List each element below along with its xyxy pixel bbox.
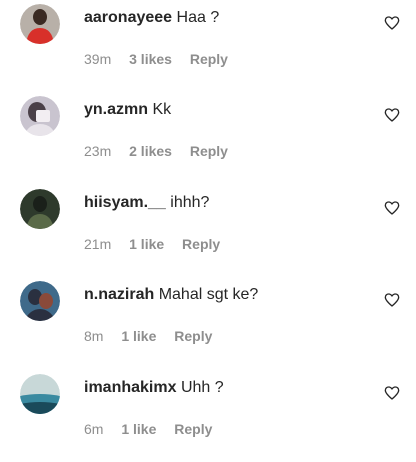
avatar[interactable]	[20, 374, 60, 414]
comment-username[interactable]: n.nazirah	[84, 286, 154, 303]
comment-item: aaronayeee Haa ? 39m 3 likes Reply	[0, 0, 416, 92]
comment-likes[interactable]: 3 likes	[129, 51, 172, 67]
comment-text-line: aaronayeee Haa ?	[84, 8, 219, 28]
comment-username[interactable]: aaronayeee	[84, 9, 172, 26]
comment-body: Haa ?	[176, 9, 220, 26]
avatar[interactable]	[20, 189, 60, 229]
reply-button[interactable]: Reply	[182, 236, 220, 252]
comment-username[interactable]: imanhakimx	[84, 379, 176, 396]
comment-likes[interactable]: 1 like	[121, 421, 156, 437]
avatar[interactable]	[20, 281, 60, 321]
comment-body: Kk	[152, 101, 172, 118]
comment-likes[interactable]: 2 likes	[129, 143, 172, 159]
avatar[interactable]	[20, 96, 60, 136]
comment-time: 39m	[84, 51, 112, 67]
comment-item: yn.azmn Kk 23m 2 likes Reply	[0, 92, 416, 184]
comment-time: 23m	[84, 143, 112, 159]
comment-item: hiisyam.__ ihhh? 21m 1 like Reply	[0, 185, 416, 277]
comment-username[interactable]: yn.azmn	[84, 101, 148, 118]
reply-button[interactable]: Reply	[174, 328, 212, 344]
heart-outline-icon[interactable]	[384, 292, 400, 308]
comment-meta: 39m 3 likes Reply	[84, 50, 228, 68]
comment-username[interactable]: hiisyam.__	[84, 194, 166, 211]
reply-button[interactable]: Reply	[174, 421, 212, 437]
comment-time: 21m	[84, 236, 112, 252]
comment-likes[interactable]: 1 like	[121, 328, 156, 344]
reply-button[interactable]: Reply	[190, 143, 228, 159]
reply-button[interactable]: Reply	[190, 51, 228, 67]
heart-outline-icon[interactable]	[384, 200, 400, 216]
comment-body: ihhh?	[170, 194, 210, 211]
comment-likes[interactable]: 1 like	[129, 236, 164, 252]
comment-meta: 8m 1 like Reply	[84, 327, 212, 345]
avatar[interactable]	[20, 4, 60, 44]
comment-text-line: yn.azmn Kk	[84, 100, 171, 120]
comment-item: imanhakimx Uhh ? 6m 1 like Reply	[0, 370, 416, 462]
comment-meta: 23m 2 likes Reply	[84, 142, 228, 160]
heart-outline-icon[interactable]	[384, 385, 400, 401]
comment-item: n.nazirah Mahal sgt ke? 8m 1 like Reply	[0, 277, 416, 369]
comment-text-line: imanhakimx Uhh ?	[84, 378, 224, 398]
comment-meta: 21m 1 like Reply	[84, 235, 220, 253]
comment-meta: 6m 1 like Reply	[84, 420, 212, 438]
comment-text-line: n.nazirah Mahal sgt ke?	[84, 285, 258, 305]
heart-outline-icon[interactable]	[384, 15, 400, 31]
comment-text-line: hiisyam.__ ihhh?	[84, 193, 209, 213]
comment-time: 8m	[84, 328, 104, 344]
comment-time: 6m	[84, 421, 104, 437]
comment-body: Mahal sgt ke?	[158, 286, 259, 303]
heart-outline-icon[interactable]	[384, 107, 400, 123]
comment-body: Uhh ?	[180, 379, 224, 396]
